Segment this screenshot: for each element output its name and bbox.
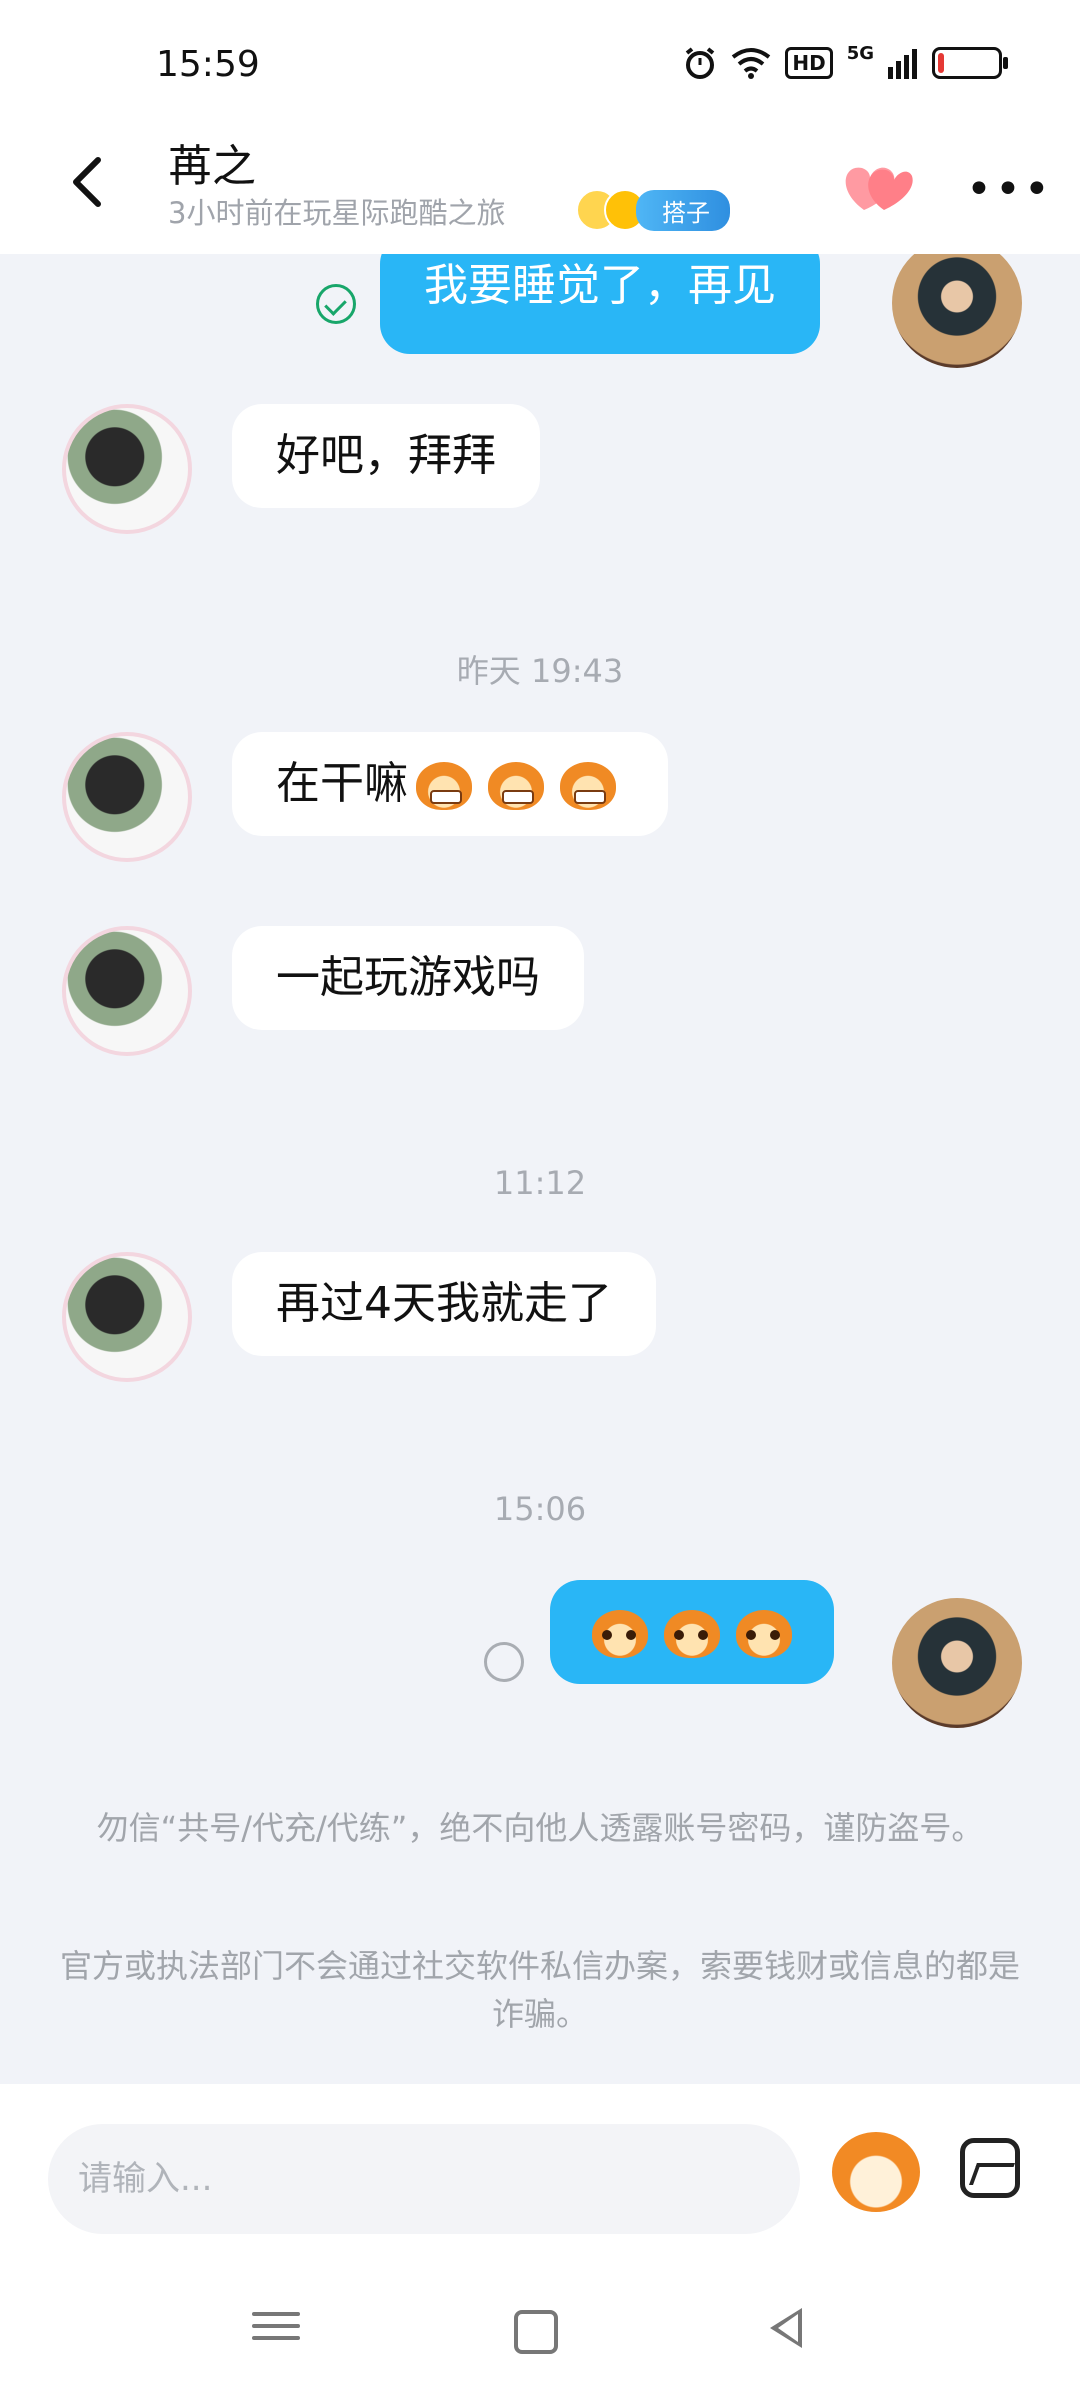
contact-status: 3小时前在玩星际跑酷之旅 [168, 196, 506, 230]
message-text: 好吧，拜拜 [276, 430, 496, 481]
sad-emoji-icon [736, 1610, 792, 1658]
wifi-icon [732, 48, 771, 79]
safety-notice: 官方或执法部门不会通过社交软件私信办案，索要钱财或信息的都是诈骗。 [60, 1947, 1021, 2033]
message-text: 我要睡觉了，再见 [424, 260, 776, 311]
battery-icon [932, 47, 1008, 79]
timestamp: 昨天 19:43 [456, 652, 624, 690]
more-icon[interactable]: ••• [966, 168, 1053, 212]
message-incoming[interactable]: 再过4天我就走了 [232, 1252, 656, 1356]
image-icon[interactable] [960, 2138, 1020, 2198]
tag-label: 搭子 [636, 189, 730, 231]
partner-tag[interactable]: 搭子 [576, 189, 730, 231]
message-list[interactable]: 我要睡觉了，再见 好吧，拜拜 昨天 19:43 在干嘛 一起玩游戏吗 11:12… [0, 254, 1080, 2084]
grin-emoji-icon [416, 762, 472, 810]
hearts-icon[interactable] [842, 160, 914, 214]
message-outgoing[interactable] [550, 1580, 834, 1684]
timestamp: 15:06 [493, 1490, 587, 1528]
contact-avatar[interactable] [62, 404, 192, 534]
back-arrow-icon[interactable] [60, 152, 120, 212]
safety-notice: 勿信“共号/代充/代练”，绝不向他人透露账号密码，谨防盗号。 [96, 1809, 984, 1847]
read-check-icon [316, 284, 356, 324]
sad-emoji-icon [592, 1610, 648, 1658]
sticker-icon[interactable] [832, 2132, 920, 2212]
message-input[interactable] [48, 2124, 800, 2234]
message-text: 在干嘛 [276, 758, 408, 809]
contact-avatar[interactable] [62, 732, 192, 862]
back-nav-icon[interactable] [770, 2308, 802, 2348]
sending-status-icon [484, 1642, 524, 1682]
timestamp: 11:12 [493, 1164, 587, 1202]
contact-name[interactable]: 苒之 [168, 130, 256, 194]
message-outgoing[interactable]: 我要睡觉了，再见 [380, 254, 820, 354]
message-text: 再过4天我就走了 [276, 1278, 612, 1329]
message-text: 一起玩游戏吗 [276, 952, 540, 1003]
home-nav-icon[interactable] [514, 2310, 558, 2354]
input-bar [0, 2084, 1080, 2260]
message-incoming[interactable]: 一起玩游戏吗 [232, 926, 584, 1030]
network-type: 5G [846, 42, 874, 64]
contact-avatar[interactable] [62, 1252, 192, 1382]
system-nav-bar [0, 2260, 1080, 2400]
signal-icon [888, 49, 917, 79]
my-avatar[interactable] [892, 254, 1022, 368]
message-incoming[interactable]: 在干嘛 [232, 732, 668, 836]
grin-emoji-icon [560, 762, 616, 810]
status-bar: 15:59 HD 5G [0, 0, 1080, 130]
alarm-icon [686, 47, 715, 79]
grin-emoji-icon [488, 762, 544, 810]
sad-emoji-icon [664, 1610, 720, 1658]
message-incoming[interactable]: 好吧，拜拜 [232, 404, 540, 508]
my-avatar[interactable] [892, 1598, 1022, 1728]
status-time: 15:59 [156, 44, 260, 85]
menu-nav-icon[interactable] [252, 2304, 300, 2352]
status-icons: HD 5G [683, 42, 1008, 80]
contact-avatar[interactable] [62, 926, 192, 1056]
chat-header: 苒之 3小时前在玩星际跑酷之旅 搭子 ••• [0, 130, 1080, 254]
hd-icon: HD [785, 47, 833, 79]
